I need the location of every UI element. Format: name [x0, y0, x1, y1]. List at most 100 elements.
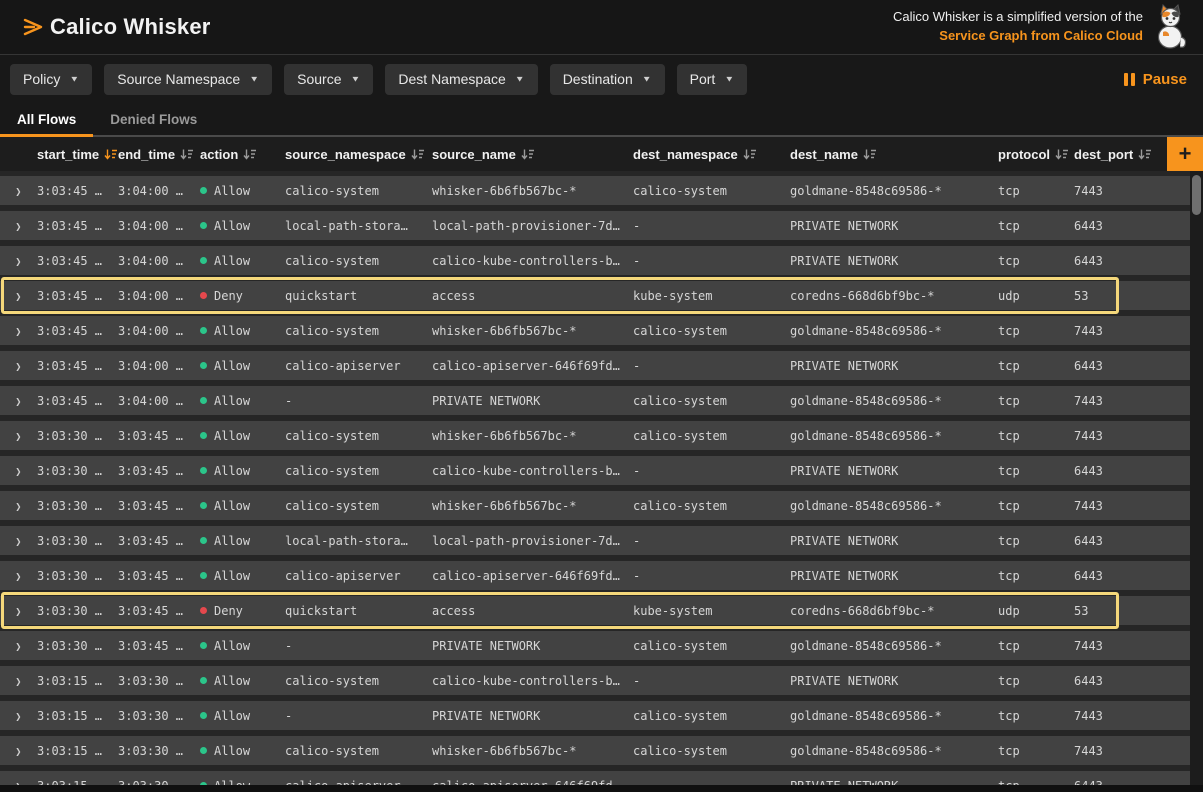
- table-body: ❯3:03:45 …3:04:00 …Allowcalico-systemwhi…: [0, 171, 1203, 785]
- expand-chevron-icon[interactable]: ❯: [0, 744, 37, 758]
- table-row[interactable]: ❯3:03:15 …3:03:30 …Allowcalico-systemcal…: [0, 666, 1190, 695]
- cell-dest-port: 7443: [1074, 709, 1190, 723]
- expand-chevron-icon[interactable]: ❯: [0, 674, 37, 688]
- cell-end-time: 3:04:00 …: [118, 324, 200, 338]
- service-graph-link[interactable]: Service Graph from Calico Cloud: [893, 27, 1143, 46]
- column-header-dest-namespace[interactable]: dest_namespace: [633, 147, 790, 162]
- filter-policy[interactable]: Policy ▼: [10, 64, 92, 95]
- cell-dest-name: goldmane-8548c69586-*: [790, 709, 988, 723]
- flow-tabs: All Flows Denied Flows: [0, 103, 1203, 137]
- cell-dest-namespace: -: [633, 534, 790, 548]
- expand-chevron-icon[interactable]: ❯: [0, 569, 37, 583]
- cell-protocol: tcp: [988, 674, 1074, 688]
- cell-dest-namespace: -: [633, 569, 790, 583]
- expand-chevron-icon[interactable]: ❯: [0, 604, 37, 618]
- cell-protocol: tcp: [988, 184, 1074, 198]
- table-row[interactable]: ❯3:03:45 …3:04:00 …Allowcalico-systemwhi…: [0, 176, 1190, 205]
- table-row[interactable]: ❯3:03:15 …3:03:30 …Allow-PRIVATE NETWORK…: [0, 701, 1190, 730]
- column-header-action[interactable]: action: [200, 147, 285, 162]
- filter-destination[interactable]: Destination ▼: [550, 64, 665, 95]
- cell-dest-name: PRIVATE NETWORK: [790, 219, 988, 233]
- allow-status-icon: [200, 572, 207, 579]
- expand-chevron-icon[interactable]: ❯: [0, 709, 37, 723]
- cell-action: Allow: [200, 709, 285, 723]
- table-row[interactable]: ❯3:03:45 …3:04:00 …Allow-PRIVATE NETWORK…: [0, 386, 1190, 415]
- chevron-down-icon: ▼: [515, 75, 525, 84]
- expand-chevron-icon[interactable]: ❯: [0, 219, 37, 233]
- cell-source-namespace: calico-apiserver: [285, 569, 432, 583]
- cell-source-namespace: calico-system: [285, 429, 432, 443]
- expand-chevron-icon[interactable]: ❯: [0, 499, 37, 513]
- table-row[interactable]: ❯3:03:30 …3:03:45 …Allowcalico-systemcal…: [0, 456, 1190, 485]
- tab-denied-flows[interactable]: Denied Flows: [93, 103, 214, 135]
- cell-dest-port: 7443: [1074, 499, 1190, 513]
- scrollbar-thumb[interactable]: [1192, 175, 1201, 215]
- column-header-end-time[interactable]: end_time: [118, 147, 200, 162]
- expand-chevron-icon[interactable]: ❯: [0, 464, 37, 478]
- expand-chevron-icon[interactable]: ❯: [0, 534, 37, 548]
- table-row[interactable]: ❯3:03:45 …3:04:00 …Allowlocal-path-stora…: [0, 211, 1190, 240]
- cell-end-time: 3:03:45 …: [118, 429, 200, 443]
- table-row[interactable]: ❯3:03:30 …3:03:45 …Allowcalico-systemwhi…: [0, 491, 1190, 520]
- expand-chevron-icon[interactable]: ❯: [0, 289, 37, 303]
- table-row[interactable]: ❯3:03:30 …3:03:45 …Allowlocal-path-stora…: [0, 526, 1190, 555]
- cell-dest-port: 6443: [1074, 464, 1190, 478]
- allow-status-icon: [200, 257, 207, 264]
- cell-start-time: 3:03:30 …: [37, 569, 118, 583]
- tab-all-flows[interactable]: All Flows: [0, 103, 93, 135]
- cell-action: Allow: [200, 569, 285, 583]
- cell-dest-namespace: calico-system: [633, 324, 790, 338]
- cell-dest-port: 7443: [1074, 744, 1190, 758]
- column-header-source-name[interactable]: source_name: [432, 147, 633, 162]
- table-row[interactable]: ❯3:03:30 …3:03:45 …Allowcalico-systemwhi…: [0, 421, 1190, 450]
- expand-chevron-icon[interactable]: ❯: [0, 359, 37, 373]
- expand-chevron-icon[interactable]: ❯: [0, 184, 37, 198]
- filter-source[interactable]: Source ▼: [284, 64, 373, 95]
- expand-chevron-icon[interactable]: ❯: [0, 254, 37, 268]
- filter-port[interactable]: Port ▼: [677, 64, 748, 95]
- column-header-protocol[interactable]: protocol: [988, 147, 1074, 162]
- table-row[interactable]: ❯3:03:30 …3:03:45 …Allow-PRIVATE NETWORK…: [0, 631, 1190, 660]
- expand-chevron-icon[interactable]: ❯: [0, 779, 37, 786]
- cell-start-time: 3:03:45 …: [37, 219, 118, 233]
- filter-dest-namespace[interactable]: Dest Namespace ▼: [385, 64, 537, 95]
- cell-protocol: tcp: [988, 359, 1074, 373]
- table-row[interactable]: ❯3:03:45 …3:04:00 …Allowcalico-apiserver…: [0, 351, 1190, 380]
- vertical-scrollbar[interactable]: [1190, 171, 1203, 785]
- table-header: start_time end_time action: [0, 137, 1203, 171]
- cell-protocol: tcp: [988, 569, 1074, 583]
- cell-dest-port: 6443: [1074, 219, 1190, 233]
- cell-dest-namespace: -: [633, 359, 790, 373]
- cell-source-namespace: -: [285, 639, 432, 653]
- cell-protocol: udp: [988, 289, 1074, 303]
- cell-dest-port: 6443: [1074, 779, 1190, 786]
- expand-chevron-icon[interactable]: ❯: [0, 394, 37, 408]
- expand-chevron-icon[interactable]: ❯: [0, 429, 37, 443]
- cell-dest-name: goldmane-8548c69586-*: [790, 744, 988, 758]
- column-header-dest-name[interactable]: dest_name: [790, 147, 988, 162]
- table-row[interactable]: ❯3:03:45 …3:04:00 …Allowcalico-systemwhi…: [0, 316, 1190, 345]
- allow-status-icon: [200, 432, 207, 439]
- column-header-dest-port[interactable]: dest_port: [1074, 147, 1167, 162]
- table-row[interactable]: ❯3:03:45 …3:04:00 …Allowcalico-systemcal…: [0, 246, 1190, 275]
- table-row[interactable]: ❯3:03:15 …3:03:30 …Allowcalico-systemwhi…: [0, 736, 1190, 765]
- table-row[interactable]: ❯3:03:15 …3:03:30 …Allowcalico-apiserver…: [0, 771, 1190, 785]
- cell-start-time: 3:03:45 …: [37, 324, 118, 338]
- table-row[interactable]: ❯3:03:45 …3:04:00 …Denyquickstartaccessk…: [0, 281, 1190, 310]
- filter-source-namespace[interactable]: Source Namespace ▼: [104, 64, 272, 95]
- table-row[interactable]: ❯3:03:30 …3:03:45 …Denyquickstartaccessk…: [0, 596, 1190, 625]
- pause-button[interactable]: Pause: [1124, 71, 1187, 88]
- cell-dest-namespace: -: [633, 779, 790, 786]
- add-column-button[interactable]: +: [1167, 137, 1203, 171]
- expand-chevron-icon[interactable]: ❯: [0, 324, 37, 338]
- expand-chevron-icon[interactable]: ❯: [0, 639, 37, 653]
- cell-source-namespace: quickstart: [285, 604, 432, 618]
- column-header-source-namespace[interactable]: source_namespace: [285, 147, 432, 162]
- allow-status-icon: [200, 222, 207, 229]
- cell-action: Allow: [200, 219, 285, 233]
- cell-source-name: calico-kube-controllers-b…: [432, 464, 633, 478]
- allow-status-icon: [200, 642, 207, 649]
- table-row[interactable]: ❯3:03:30 …3:03:45 …Allowcalico-apiserver…: [0, 561, 1190, 590]
- column-header-start-time[interactable]: start_time: [37, 147, 118, 162]
- cell-dest-port: 53: [1074, 289, 1190, 303]
